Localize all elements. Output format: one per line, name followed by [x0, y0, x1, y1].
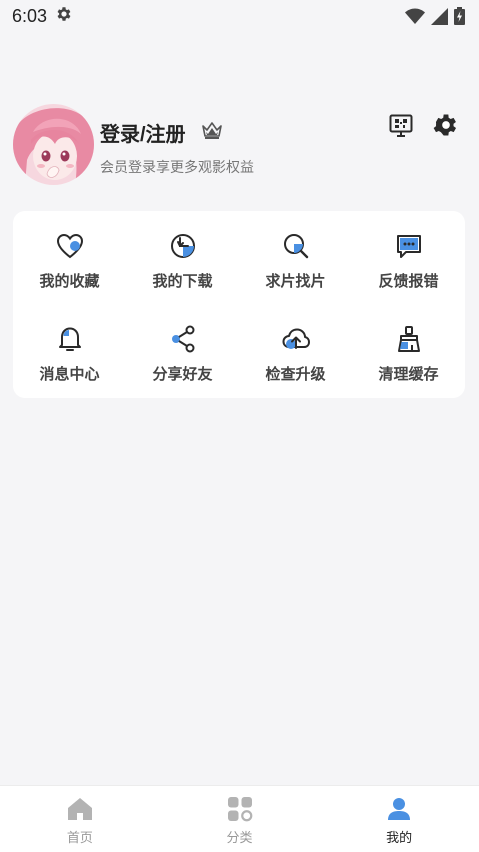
- feature-grid: 我的收藏 我的下载 求片找片 反馈报错 消息中心 分享好友 检查升级 清理缓存: [13, 211, 465, 398]
- nav-mine[interactable]: 我的: [319, 786, 479, 852]
- bell-icon: [55, 324, 85, 354]
- feature-label: 我的收藏: [39, 272, 100, 290]
- wifi-icon: [405, 8, 425, 24]
- nav-category[interactable]: 分类: [160, 786, 320, 852]
- status-right: [405, 7, 465, 25]
- feature-messages[interactable]: 消息中心: [13, 304, 126, 398]
- feature-feedback[interactable]: 反馈报错: [352, 211, 465, 304]
- nav-label: 分类: [226, 831, 253, 846]
- feature-favorites[interactable]: 我的收藏: [13, 211, 126, 304]
- feature-label: 分享好友: [152, 365, 213, 383]
- search-icon: [281, 231, 311, 261]
- avatar[interactable]: [13, 104, 94, 185]
- feature-label: 清理缓存: [378, 365, 439, 383]
- profile-header: 登录/注册 会员登录享更多观影权益: [13, 104, 465, 186]
- user-icon: [386, 796, 412, 822]
- share-icon: [168, 324, 198, 354]
- bottom-nav: 首页 分类 我的: [0, 785, 479, 852]
- broom-icon: [394, 324, 424, 354]
- battery-charging-icon: [454, 7, 465, 25]
- feature-update[interactable]: 检查升级: [239, 304, 352, 398]
- feature-downloads[interactable]: 我的下载: [126, 211, 239, 304]
- feature-label: 消息中心: [39, 365, 100, 383]
- nav-home[interactable]: 首页: [0, 786, 160, 852]
- nav-label: 我的: [386, 831, 413, 846]
- feature-request[interactable]: 求片找片: [239, 211, 352, 304]
- feature-label: 反馈报错: [378, 272, 439, 290]
- status-time: 6:03: [12, 5, 48, 26]
- feature-label: 检查升级: [265, 365, 326, 383]
- feature-share[interactable]: 分享好友: [126, 304, 239, 398]
- login-register-link[interactable]: 登录/注册: [100, 118, 186, 147]
- feature-clear-cache[interactable]: 清理缓存: [352, 304, 465, 398]
- feedback-icon: [394, 231, 424, 261]
- nav-label: 首页: [66, 831, 93, 846]
- gear-icon[interactable]: [432, 111, 460, 139]
- crown-icon: [202, 122, 222, 143]
- screen-qr-icon[interactable]: [389, 114, 413, 138]
- settings-gear-icon: [55, 5, 73, 27]
- status-left: 6:03: [12, 5, 73, 27]
- download-icon: [168, 231, 198, 261]
- feature-label: 我的下载: [152, 272, 213, 290]
- status-bar: 6:03: [0, 0, 479, 32]
- feature-label: 求片找片: [265, 272, 326, 290]
- heart-icon: [55, 231, 85, 261]
- cellular-signal-icon: [431, 7, 448, 25]
- profile-subtitle: 会员登录享更多观影权益: [100, 160, 254, 176]
- home-icon: [67, 796, 93, 822]
- category-icon: [227, 796, 253, 822]
- cloud-upload-icon: [281, 324, 311, 354]
